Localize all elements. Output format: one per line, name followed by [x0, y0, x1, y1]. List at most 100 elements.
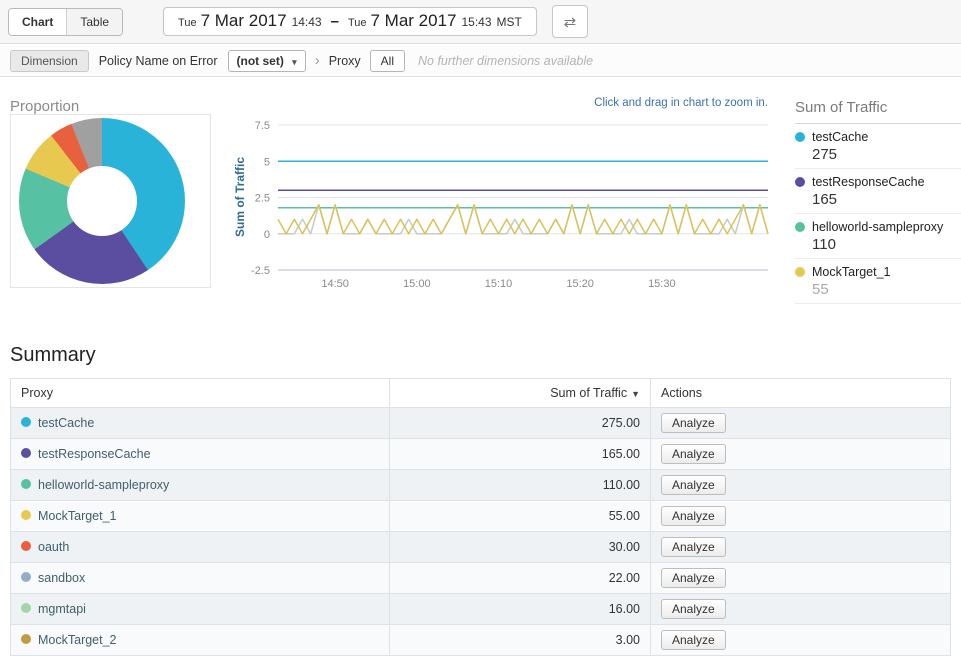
proxy-name: mgmtapi	[38, 602, 86, 616]
legend-series-name: testCache	[812, 130, 868, 144]
proportion-chart-panel	[10, 114, 211, 288]
summary-table-body: testCache275.00AnalyzetestResponseCache1…	[11, 408, 951, 656]
analyze-button[interactable]: Analyze	[661, 568, 726, 588]
proxy-name: helloworld-sampleproxy	[38, 478, 169, 492]
table-header-row: Proxy Sum of Traffic▼ Actions	[11, 379, 951, 408]
refresh-button[interactable]: ⇄	[552, 5, 588, 38]
traffic-value-cell: 110.00	[390, 470, 651, 501]
end-date: 7 Mar 2017	[371, 11, 457, 31]
legend-title: Sum of Traffic	[795, 99, 961, 124]
svg-text:0: 0	[264, 229, 270, 241]
svg-text:7.5: 7.5	[255, 120, 270, 132]
legend-series-value: 165	[812, 191, 961, 208]
sort-desc-icon: ▼	[631, 389, 640, 399]
summary-table: Proxy Sum of Traffic▼ Actions testCache2…	[10, 378, 951, 656]
summary-title: Summary	[10, 344, 96, 367]
svg-text:15:10: 15:10	[485, 278, 513, 290]
svg-text:15:30: 15:30	[648, 278, 676, 290]
traffic-value-cell: 16.00	[390, 594, 651, 625]
actions-cell: Analyze	[651, 470, 951, 501]
table-row: testResponseCache165.00Analyze	[11, 439, 951, 470]
chevron-right-icon: ›	[315, 52, 320, 69]
analyze-button[interactable]: Analyze	[661, 599, 726, 619]
series-color-dot	[21, 417, 31, 427]
actions-cell: Analyze	[651, 439, 951, 470]
table-row: oauth 30.00 Analyze	[11, 532, 951, 563]
legend-series-value: 110	[812, 236, 961, 253]
dimension-bar: Dimension Policy Name on Error (not set)…	[0, 45, 961, 77]
table-row: MockTarget_23.00 Analyze	[11, 625, 951, 656]
analyze-button[interactable]: Analyze	[661, 630, 726, 650]
series-color-dot	[21, 634, 31, 644]
traffic-value-cell: 3.00	[390, 625, 651, 656]
proxy-all-button[interactable]: All	[370, 50, 405, 72]
zoom-hint-text: Click and drag in chart to zoom in.	[594, 97, 768, 109]
legend-item[interactable]: testCache275	[795, 124, 961, 169]
proxy-cell: sandbox	[11, 563, 390, 594]
series-color-dot	[795, 267, 805, 277]
actions-column-header: Actions	[651, 379, 951, 408]
svg-text:15:20: 15:20	[566, 278, 594, 290]
proxy-cell: MockTarget_2	[11, 625, 390, 656]
actions-cell: Analyze	[651, 532, 951, 563]
traffic-value-cell: 30.00	[390, 532, 651, 563]
analyze-button[interactable]: Analyze	[661, 537, 726, 557]
legend-items: testCache275 testResponseCache 165 hellowor…	[795, 124, 961, 304]
legend-series-name: helloworld-sampleproxy	[812, 220, 943, 234]
traffic-value-cell: 22.00	[390, 563, 651, 594]
refresh-icon: ⇄	[564, 13, 577, 31]
top-toolbar: Chart Table Tue 7 Mar 2017 14:43 – Tue 7…	[0, 0, 961, 44]
table-row: testCache275.00 Analyze	[11, 408, 951, 439]
series-color-dot	[21, 541, 31, 551]
proxy-cell: helloworld-sampleproxy	[11, 470, 390, 501]
series-color-dot	[21, 448, 31, 458]
table-row: MockTarget_155.00 Analyze	[11, 501, 951, 532]
traffic-column-header[interactable]: Sum of Traffic ▼	[390, 379, 651, 408]
donut-chart	[19, 118, 185, 284]
svg-text:15:00: 15:00	[403, 278, 431, 290]
actions-cell: Analyze	[651, 408, 951, 439]
chart-tab-button[interactable]: Chart	[9, 9, 66, 35]
caret-down-icon: ▾	[292, 57, 297, 67]
traffic-column-label: Sum of Traffic	[550, 386, 627, 400]
actions-cell: Analyze	[651, 594, 951, 625]
analyze-button[interactable]: Analyze	[661, 475, 726, 495]
proxy-cell: mgmtapi	[11, 594, 390, 625]
start-date: 7 Mar 2017	[201, 11, 287, 31]
dimension-button[interactable]: Dimension	[10, 50, 89, 72]
start-day: Tue	[178, 17, 197, 29]
svg-text:5: 5	[264, 156, 270, 168]
traffic-value-cell: 275.00	[390, 408, 651, 439]
traffic-value-cell: 55.00	[390, 501, 651, 532]
proxy-cell: MockTarget_1	[11, 501, 390, 532]
analyze-button[interactable]: Analyze	[661, 413, 726, 433]
legend-item[interactable]: testResponseCache 165	[795, 169, 961, 214]
series-color-dot	[795, 177, 805, 187]
dimension-value-label: (not set)	[237, 54, 284, 68]
actions-cell: Analyze	[651, 625, 951, 656]
legend-item[interactable]: MockTarget_155	[795, 259, 961, 304]
proxy-name: oauth	[38, 540, 69, 554]
legend-series-name: testResponseCache	[812, 175, 925, 189]
no-dimensions-note: No further dimensions available	[418, 54, 593, 68]
series-color-dot	[795, 222, 805, 232]
chart-legend: Sum of Traffic testCache275testResponseC…	[795, 99, 961, 304]
timezone-label: MST	[497, 15, 522, 29]
analyze-button[interactable]: Analyze	[661, 506, 726, 526]
series-color-dot	[21, 479, 31, 489]
proxy-dimension-label: Proxy	[329, 54, 361, 68]
dimension-name-label: Policy Name on Error	[99, 54, 218, 68]
table-tab-button[interactable]: Table	[66, 9, 122, 35]
legend-item[interactable]: helloworld-sampleproxy 110	[795, 214, 961, 259]
date-range-picker[interactable]: Tue 7 Mar 2017 14:43 – Tue 7 Mar 2017 15…	[163, 7, 537, 36]
svg-text:2.5: 2.5	[255, 193, 270, 205]
proxy-cell: testCache	[11, 408, 390, 439]
end-time: 15:43	[462, 15, 492, 29]
legend-series-value: 55	[812, 281, 961, 298]
actions-cell: Analyze	[651, 563, 951, 594]
analyze-button[interactable]: Analyze	[661, 444, 726, 464]
svg-text:-2.5: -2.5	[251, 265, 270, 277]
end-day: Tue	[348, 17, 367, 29]
dimension-value-dropdown[interactable]: (not set) ▾	[228, 50, 306, 72]
line-chart-svg[interactable]: -2.502.557.514:5015:0015:1015:2015:30	[228, 115, 776, 295]
